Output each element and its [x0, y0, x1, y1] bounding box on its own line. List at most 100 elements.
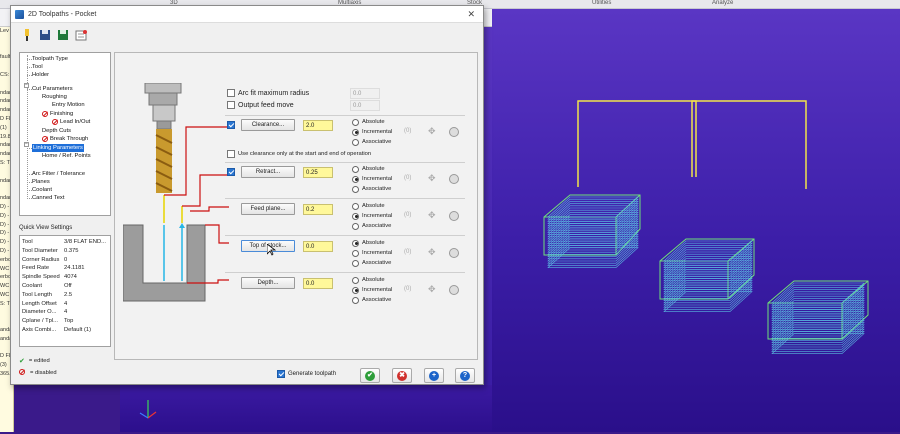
- use-clearance-checkbox[interactable]: [227, 150, 235, 158]
- apply-button[interactable]: +: [424, 368, 444, 383]
- tree-item-lead-in-out[interactable]: Lead In/Out: [60, 118, 90, 126]
- tree-item-cut-parameters[interactable]: Cut Parameters: [32, 85, 73, 93]
- quick-view-panel: Tool 3/8 FLAT END... Tool Diameter 0.375 Cor…: [19, 235, 111, 347]
- tree-item-toolpath-type[interactable]: Toolpath Type: [32, 55, 68, 63]
- radio-associative[interactable]: Associative: [352, 137, 392, 147]
- tree-item-planes[interactable]: Planes: [32, 178, 50, 186]
- graphics-viewport[interactable]: [151, 9, 900, 432]
- tree-item-coolant[interactable]: Coolant: [32, 186, 52, 194]
- select-point-icon[interactable]: [449, 211, 459, 221]
- tree-item-finishing[interactable]: Finishing: [50, 110, 73, 118]
- radio-associative[interactable]: Associative: [352, 221, 392, 231]
- radio-absolute[interactable]: Absolute: [352, 275, 392, 285]
- zero-badge: (0): [404, 286, 412, 292]
- separator: [225, 162, 465, 163]
- move-icon[interactable]: ✥: [428, 173, 436, 184]
- output-feed-row: Output feed move 0.0: [227, 98, 380, 112]
- linking-parameters-pane: Arc fit maximum radius 0.0 Output feed m…: [114, 52, 478, 360]
- tree-item-linking-parameters[interactable]: Linking Parameters: [32, 144, 84, 152]
- select-point-icon[interactable]: [449, 285, 459, 295]
- radio-absolute[interactable]: Absolute: [352, 164, 392, 174]
- select-point-icon[interactable]: [449, 174, 459, 184]
- cancel-button[interactable]: ✖: [392, 368, 412, 383]
- separator: [225, 115, 465, 116]
- zero-badge: (0): [404, 212, 412, 218]
- disabled-icon: [19, 369, 26, 376]
- zero-badge: (0): [404, 249, 412, 255]
- linking-diagram: [123, 83, 229, 302]
- select-point-icon[interactable]: [449, 248, 459, 258]
- arc-fit-value: 0.0: [350, 87, 380, 99]
- tree-item-roughing[interactable]: Roughing: [42, 93, 67, 101]
- clearance-button[interactable]: Clearance...: [241, 119, 295, 131]
- select-point-icon[interactable]: [449, 127, 459, 137]
- tree-item-home-ref-points[interactable]: Home / Ref. Points: [42, 152, 91, 160]
- pocket-toolpath-dialog: 2D Toolpaths - Pocket ✕ Toolpath Type Too…: [10, 5, 484, 385]
- tree-item-entry-motion[interactable]: Entry Motion: [52, 101, 85, 109]
- ok-check-icon: ✔: [365, 370, 375, 381]
- radio-associative[interactable]: Associative: [352, 295, 392, 305]
- retract-value[interactable]: 0.25: [303, 166, 333, 178]
- radio-incremental[interactable]: Incremental: [352, 211, 392, 221]
- feed-plane-row: Feed plane... 0.2: [227, 202, 333, 216]
- radio-associative[interactable]: Associative: [352, 184, 392, 194]
- move-icon[interactable]: ✥: [428, 247, 436, 258]
- radio-associative[interactable]: Associative: [352, 258, 392, 268]
- axis-triad-icon: [139, 400, 157, 419]
- mouse-cursor-icon: [267, 244, 276, 256]
- radio-incremental[interactable]: Incremental: [352, 127, 392, 137]
- quick-view-row: Corner Radius 0: [22, 256, 68, 263]
- legend-disabled-label: = disabled: [30, 369, 57, 376]
- feed-plane-button[interactable]: Feed plane...: [241, 203, 295, 215]
- clearance-checkbox[interactable]: [227, 121, 235, 129]
- help-button[interactable]: ?: [455, 368, 475, 383]
- parameter-tree[interactable]: Toolpath Type Tool Holder Cut Parameters Rou…: [19, 52, 111, 216]
- check-icon: ✔: [19, 358, 25, 365]
- tree-expander-icon[interactable]: −: [24, 83, 29, 88]
- move-icon[interactable]: ✥: [428, 210, 436, 221]
- tree-item-arc-filter-tolerance[interactable]: Arc Filter / Tolerance: [32, 170, 85, 178]
- cancel-x-icon: ✖: [397, 370, 407, 381]
- radio-absolute[interactable]: Absolute: [352, 201, 392, 211]
- depth-button[interactable]: Depth...: [241, 277, 295, 289]
- tree-item-canned-text[interactable]: Canned Text: [32, 194, 64, 202]
- radio-incremental[interactable]: Incremental: [352, 285, 392, 295]
- ok-button[interactable]: ✔: [360, 368, 380, 383]
- depth-value[interactable]: 0.0: [303, 277, 333, 289]
- zero-badge: (0): [404, 175, 412, 181]
- radio-absolute[interactable]: Absolute: [352, 238, 392, 248]
- radio-incremental[interactable]: Incremental: [352, 174, 392, 184]
- clearance-value[interactable]: 2.0: [303, 119, 333, 131]
- tree-expander-icon[interactable]: −: [24, 142, 29, 147]
- tree-item-holder[interactable]: Holder: [32, 71, 49, 79]
- ribbon-tab-utilities[interactable]: Utilities: [592, 0, 611, 6]
- arc-fit-checkbox[interactable]: [227, 89, 235, 97]
- tool-pin-icon[interactable]: [19, 28, 34, 43]
- generate-toolpath-checkbox[interactable]: [277, 370, 285, 378]
- radio-absolute[interactable]: Absolute: [352, 117, 392, 127]
- tree-item-break-through[interactable]: Break Through: [50, 135, 88, 143]
- disabled-icon: [52, 119, 58, 125]
- tree-item-tool[interactable]: Tool: [32, 63, 43, 71]
- quick-view-row: Tool 3/8 FLAT END...: [22, 239, 106, 245]
- feed-plane-value[interactable]: 0.2: [303, 203, 333, 215]
- output-feed-checkbox[interactable]: [227, 101, 235, 109]
- retract-checkbox[interactable]: [227, 168, 235, 176]
- disabled-icon: [42, 136, 48, 142]
- legend-disabled: = disabled: [19, 369, 57, 376]
- radio-incremental[interactable]: Incremental: [352, 248, 392, 258]
- move-icon[interactable]: ✥: [428, 126, 436, 137]
- parameter-list-icon[interactable]: [73, 28, 88, 43]
- separator: [225, 198, 465, 199]
- move-icon[interactable]: ✥: [428, 284, 436, 295]
- ribbon-tab-analyze[interactable]: Analyze: [712, 0, 733, 6]
- save-default-icon[interactable]: [55, 28, 70, 43]
- top-of-stock-value[interactable]: 0.0: [303, 240, 333, 252]
- save-icon[interactable]: [37, 28, 52, 43]
- close-icon[interactable]: ✕: [467, 9, 475, 20]
- toolpath-app-icon: [15, 9, 24, 19]
- tree-item-depth-cuts[interactable]: Depth Cuts: [42, 127, 71, 135]
- quick-view-row: Axis Combi... Default (1): [22, 327, 92, 333]
- retract-button[interactable]: Retract...: [241, 166, 295, 178]
- quick-view-label: Quick View Settings: [19, 225, 73, 231]
